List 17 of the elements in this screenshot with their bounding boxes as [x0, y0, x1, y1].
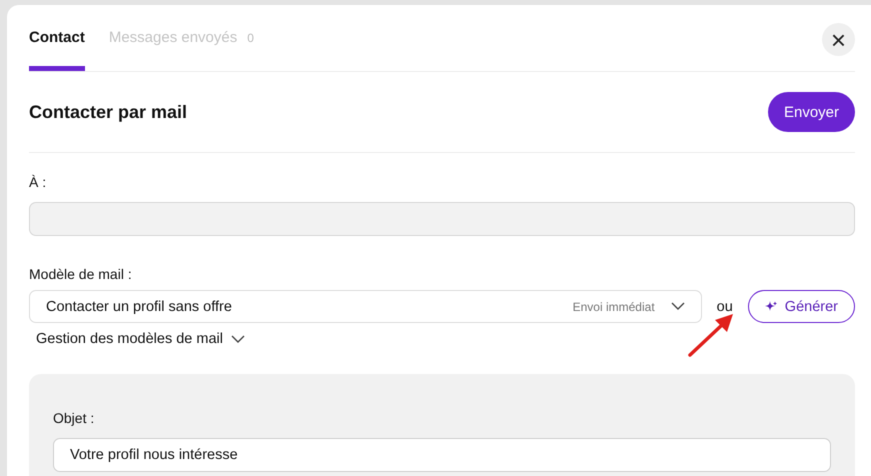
chevron-down-icon	[670, 302, 685, 311]
field-label: À :	[29, 174, 48, 190]
sparkle-icon	[764, 300, 777, 312]
manage-templates-toggle[interactable]: Gestion des modèles de mail	[36, 331, 245, 347]
field-label: Modèle de mail :	[29, 266, 133, 282]
recipient-field[interactable]	[29, 202, 855, 236]
section-title: Contacter par mail	[29, 102, 188, 122]
field-label: Objet :	[53, 410, 96, 426]
send-button[interactable]: Envoyer	[768, 92, 855, 132]
chevron-icon	[231, 334, 245, 344]
subject-field[interactable]: Votre profil nous intéresse	[53, 438, 831, 472]
tab[interactable]: Contact	[29, 5, 85, 71]
separator-text: ou	[716, 298, 733, 314]
message-count: 0	[247, 30, 254, 44]
close-button[interactable]: ×	[822, 23, 855, 56]
template-dropdown[interactable]: Contacter un profil sans offre Envoi immédiat	[29, 290, 702, 323]
generate-button[interactable]: Générer	[748, 290, 855, 323]
